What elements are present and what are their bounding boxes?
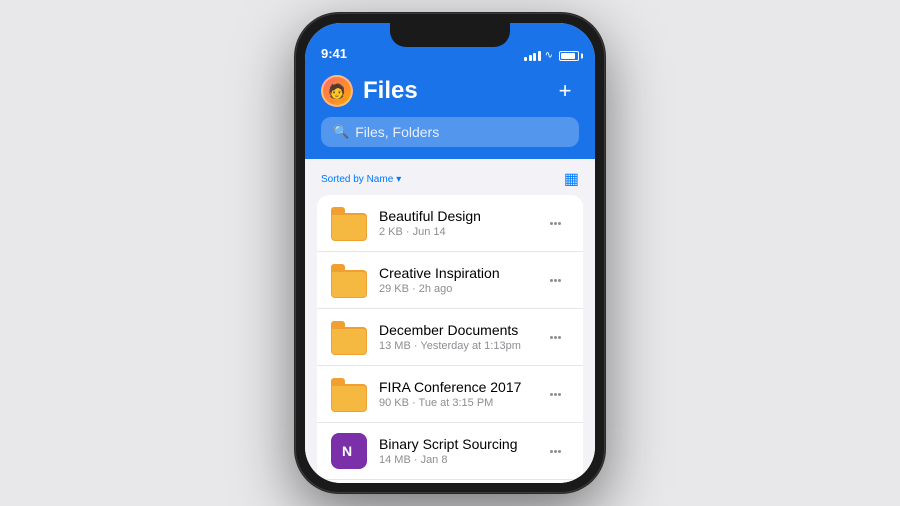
list-item[interactable]: FIRA Conference 2017 90 KB · Tue at 3:15… <box>317 366 583 423</box>
file-name: Creative Inspiration <box>379 265 542 281</box>
signal-icon <box>524 51 541 61</box>
more-button[interactable] <box>542 446 569 457</box>
list-item[interactable]: Beautiful Design 2 KB · Jun 14 <box>317 195 583 252</box>
more-button[interactable] <box>542 218 569 229</box>
folder-icon <box>331 205 367 241</box>
folder-icon <box>331 262 367 298</box>
file-details: FIRA Conference 2017 90 KB · Tue at 3:15… <box>379 379 542 409</box>
file-meta: 29 KB · 2h ago <box>379 283 542 295</box>
chevron-down-icon: ▾ <box>396 174 401 185</box>
search-placeholder: Files, Folders <box>355 124 439 140</box>
search-icon: 🔍 <box>333 124 349 140</box>
notch <box>390 23 510 47</box>
file-name: Beautiful Design <box>379 208 542 224</box>
file-list: Beautiful Design 2 KB · Jun 14 Creative … <box>317 195 583 483</box>
folder-icon <box>331 319 367 355</box>
content-area: Sorted by Name ▾ ▦ Beautiful Design 2 KB… <box>305 159 595 483</box>
grid-view-icon[interactable]: ▦ <box>564 169 579 189</box>
file-meta: 14 MB · Jan 8 <box>379 454 542 466</box>
more-button[interactable] <box>542 389 569 400</box>
file-name: FIRA Conference 2017 <box>379 379 542 395</box>
more-button[interactable] <box>542 332 569 343</box>
file-meta: 13 MB · Yesterday at 1:13pm <box>379 340 542 352</box>
file-name: December Documents <box>379 322 542 338</box>
svg-text:N: N <box>342 443 352 459</box>
file-name: Binary Script Sourcing <box>379 436 542 452</box>
list-item[interactable]: Creative Inspiration 29 KB · 2h ago <box>317 252 583 309</box>
phone-device: 9:41 ∿ 🧑 Files + <box>295 13 605 493</box>
search-bar[interactable]: 🔍 Files, Folders <box>321 117 579 147</box>
list-item[interactable]: December Documents 13 MB · Yesterday at … <box>317 309 583 366</box>
status-icons: ∿ <box>524 50 579 61</box>
list-item[interactable]: X Contoso Survey 82 MB · Jan 2 <box>317 480 583 483</box>
page-title: Files <box>363 77 551 105</box>
battery-icon <box>559 51 579 61</box>
header-top: 🧑 Files + <box>321 75 579 107</box>
sort-label[interactable]: Sorted by Name ▾ <box>321 174 401 185</box>
add-button[interactable]: + <box>551 77 579 105</box>
sort-bar: Sorted by Name ▾ ▦ <box>305 159 595 195</box>
file-meta: 2 KB · Jun 14 <box>379 226 542 238</box>
file-details: December Documents 13 MB · Yesterday at … <box>379 322 542 352</box>
more-button[interactable] <box>542 275 569 286</box>
avatar[interactable]: 🧑 <box>321 75 353 107</box>
wifi-icon: ∿ <box>545 50 553 61</box>
onenote-icon: N <box>331 433 367 469</box>
folder-icon <box>331 376 367 412</box>
list-item[interactable]: N Binary Script Sourcing 14 MB · Jan 8 <box>317 423 583 480</box>
file-meta: 90 KB · Tue at 3:15 PM <box>379 397 542 409</box>
header: 🧑 Files + 🔍 Files, Folders <box>305 67 595 159</box>
file-details: Binary Script Sourcing 14 MB · Jan 8 <box>379 436 542 466</box>
status-time: 9:41 <box>321 46 524 61</box>
phone-screen: 9:41 ∿ 🧑 Files + <box>305 23 595 483</box>
file-details: Creative Inspiration 29 KB · 2h ago <box>379 265 542 295</box>
file-details: Beautiful Design 2 KB · Jun 14 <box>379 208 542 238</box>
